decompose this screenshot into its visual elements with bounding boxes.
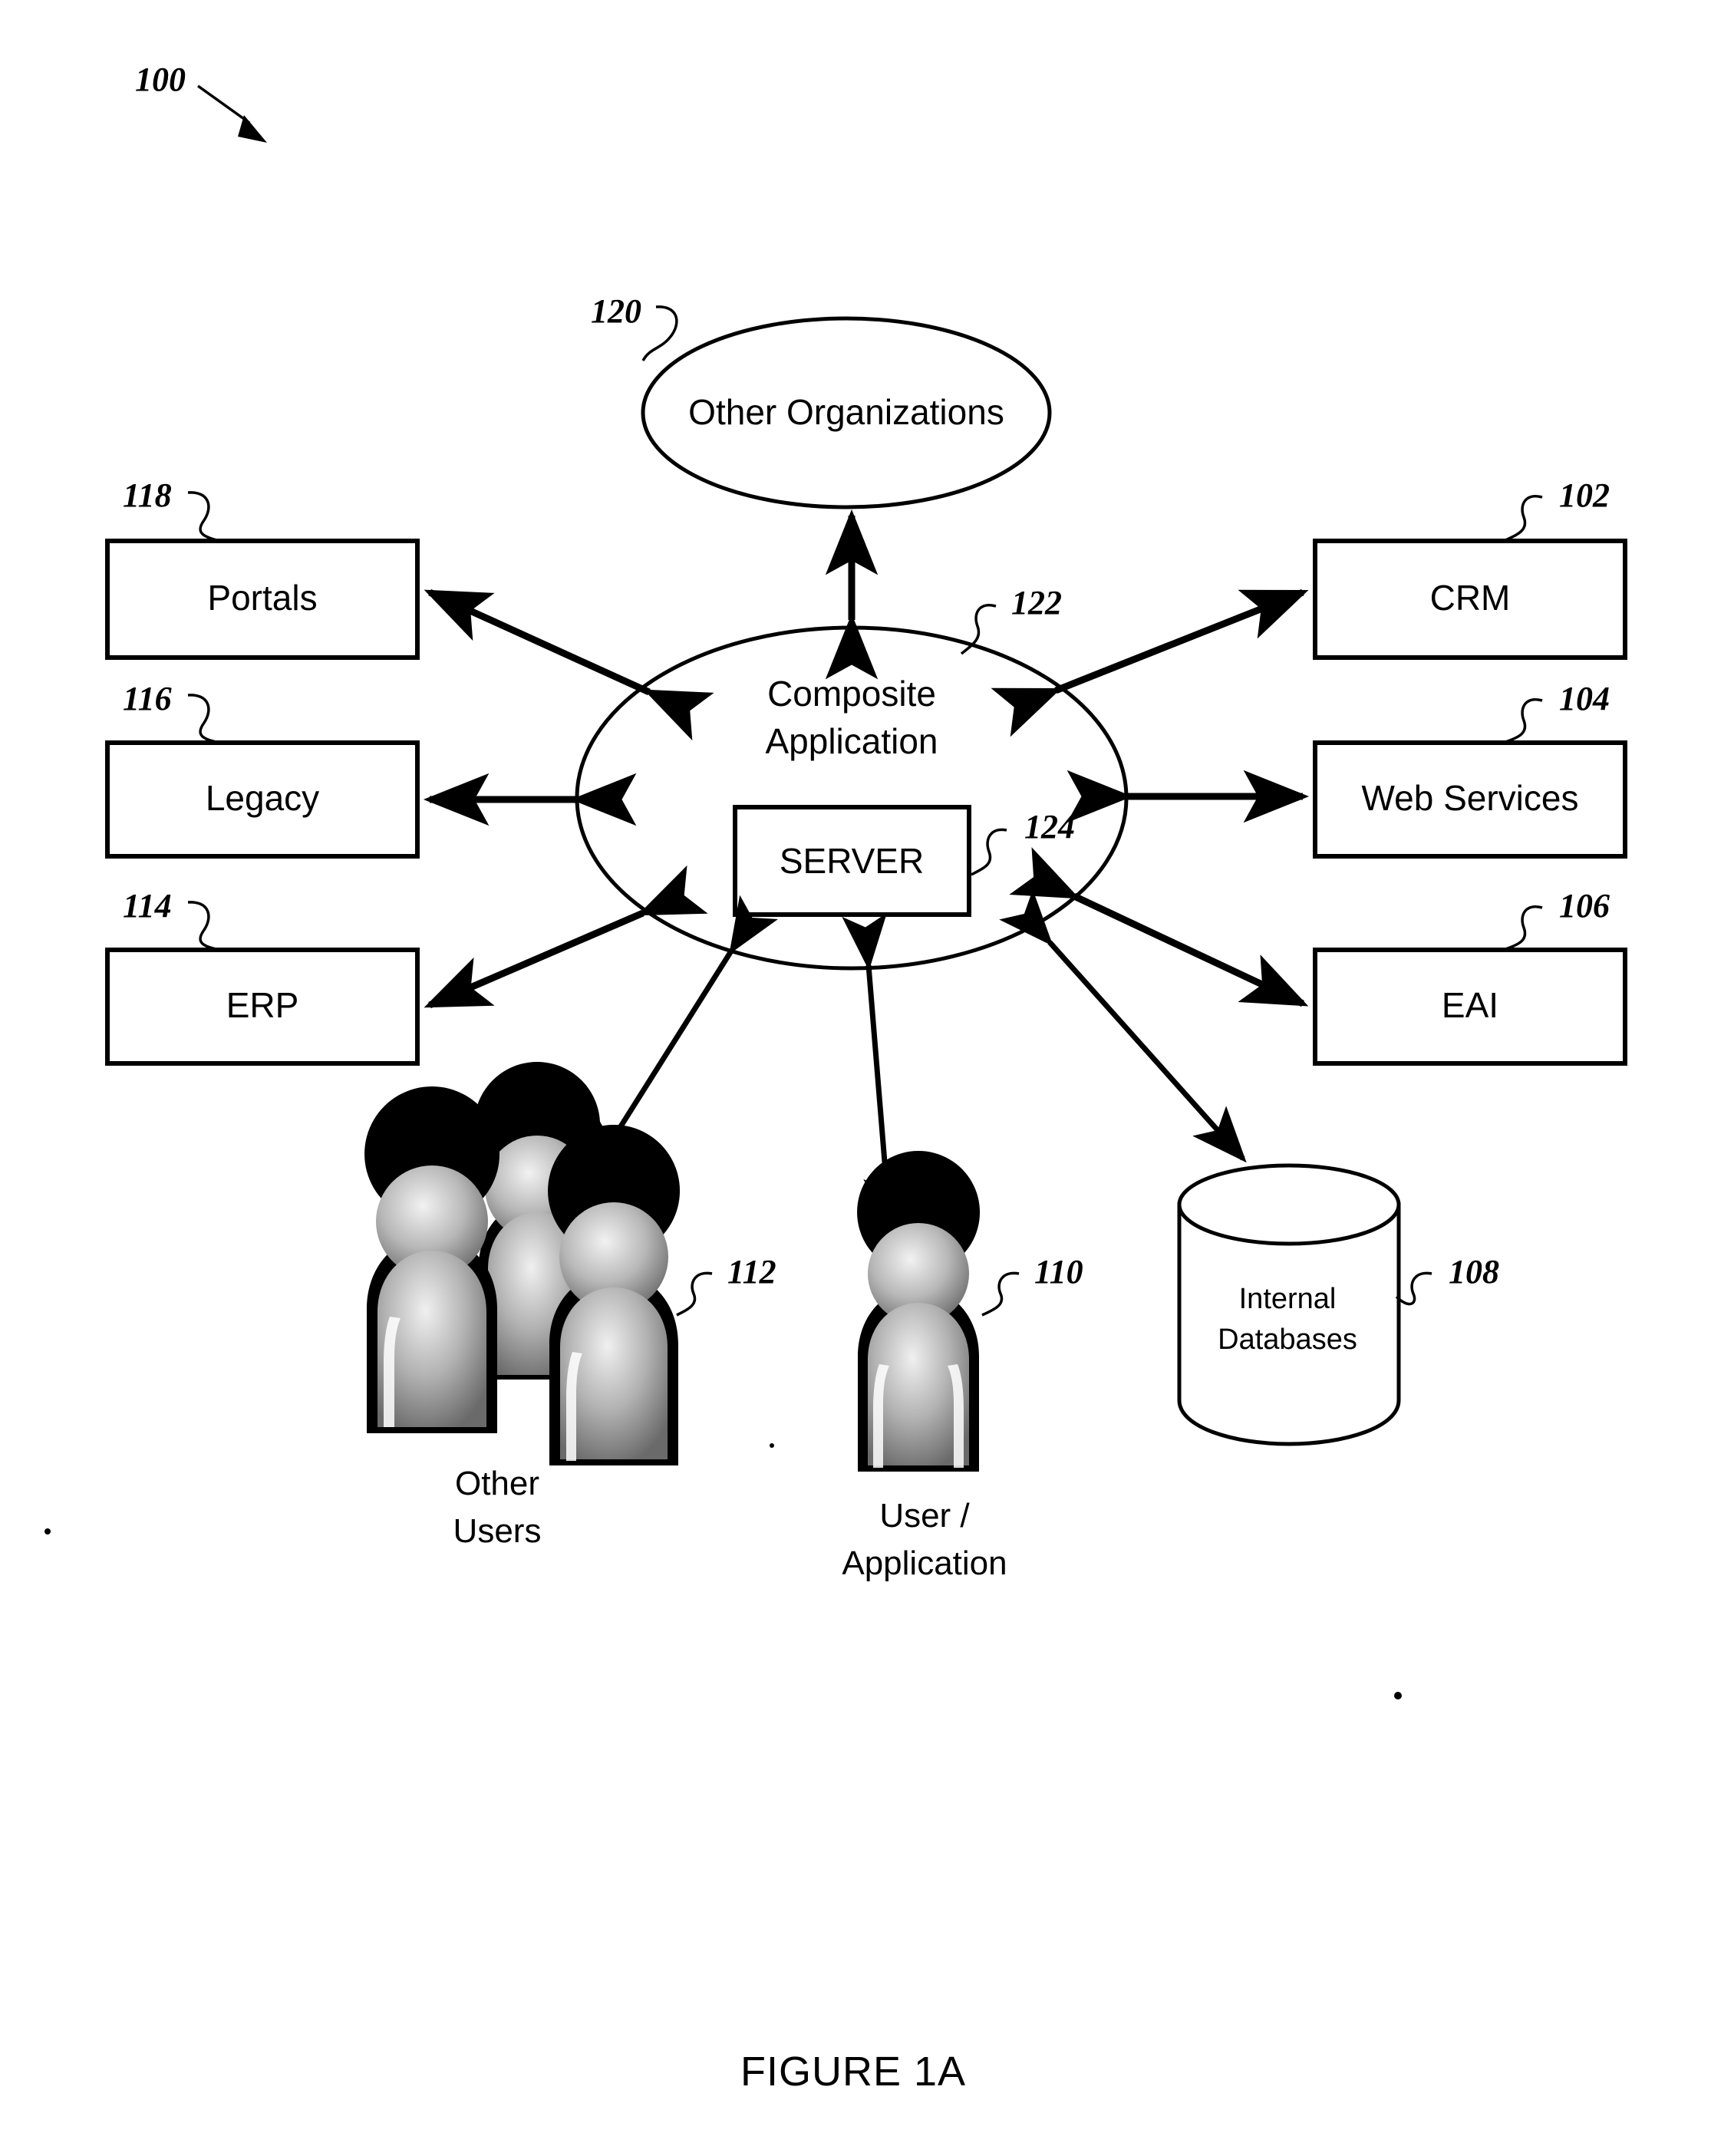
ref-110-leader-line xyxy=(981,1271,1020,1317)
ref-120-leader-line xyxy=(641,305,678,361)
ref-106-leader-line xyxy=(1505,905,1543,951)
internal-databases-cylinder-top[interactable] xyxy=(1177,1163,1401,1246)
node-other-users[interactable]: Other Users xyxy=(364,1061,681,1550)
ref-label-112: 112 xyxy=(727,1253,776,1291)
ref-118-leader-line xyxy=(187,491,223,543)
crm-label: CRM xyxy=(1430,578,1511,618)
ref-label-116: 116 xyxy=(123,680,172,717)
internal-databases-label-line1: Internal xyxy=(1239,1283,1337,1315)
ref-callout-122: 122 xyxy=(960,584,1062,655)
ref-label-106: 106 xyxy=(1559,887,1610,925)
ref-callout-108: 108 xyxy=(1395,1253,1499,1306)
ref-label-120: 120 xyxy=(591,292,641,330)
node-user-application[interactable]: User / Application xyxy=(842,1151,1007,1582)
print-speck-center xyxy=(770,1443,774,1448)
ref-callout-116: 116 xyxy=(123,680,223,745)
system-architecture-diagram: 100 Other Organizations 120 Composite Ap… xyxy=(45,61,1627,2095)
person-icon-left xyxy=(364,1086,500,1433)
ref-label-104: 104 xyxy=(1559,680,1610,717)
ref-callout-114: 114 xyxy=(123,887,223,952)
print-speck-right xyxy=(1394,1692,1402,1699)
arrow-composite-erp xyxy=(424,865,708,1009)
node-portals[interactable]: Portals xyxy=(105,539,420,660)
print-speck-left xyxy=(45,1528,51,1535)
ref-104-leader-line xyxy=(1505,697,1543,743)
node-erp[interactable]: ERP xyxy=(105,948,420,1066)
node-eai[interactable]: EAI xyxy=(1313,948,1627,1066)
ref-label-124: 124 xyxy=(1024,808,1075,846)
figure-caption: FIGURE 1A xyxy=(740,2049,966,2095)
node-other-organizations[interactable]: Other Organizations xyxy=(641,316,1052,509)
arrow-composite-portals xyxy=(424,588,714,741)
ref-callout-110: 110 xyxy=(981,1253,1083,1317)
ref-callout-106: 106 xyxy=(1505,887,1610,951)
arrow-composite-internal-databases xyxy=(999,889,1247,1163)
other-organizations-label: Other Organizations xyxy=(688,392,1004,432)
ref-callout-120: 120 xyxy=(591,292,678,361)
node-composite-application[interactable]: Composite Application xyxy=(575,625,1129,971)
ref-label-118: 118 xyxy=(123,476,172,514)
other-users-caption-line2: Users xyxy=(453,1512,542,1550)
composite-application-label-line1: Composite xyxy=(767,674,936,714)
ref-callout-118: 118 xyxy=(123,476,223,543)
node-legacy[interactable]: Legacy xyxy=(105,740,420,859)
ref-label-102: 102 xyxy=(1559,476,1610,514)
ref-112-leader-line xyxy=(676,1271,713,1317)
ref-label-122: 122 xyxy=(1011,584,1062,621)
ref-102-leader-line xyxy=(1505,494,1543,542)
ref-label-110: 110 xyxy=(1034,1253,1083,1291)
arrow-composite-crm xyxy=(991,588,1309,737)
ref-callout-104: 104 xyxy=(1505,680,1610,743)
ref-callout-112: 112 xyxy=(676,1253,776,1317)
server-label: SERVER xyxy=(780,841,924,881)
ref-116-leader-line xyxy=(187,694,223,745)
node-internal-databases[interactable]: Internal Databases xyxy=(1177,1163,1401,1446)
erp-label: ERP xyxy=(226,985,299,1025)
arrow-composite-eai xyxy=(1009,847,1309,1007)
ref-114-leader-line xyxy=(187,901,223,952)
node-web-services[interactable]: Web Services xyxy=(1313,740,1627,859)
portals-label: Portals xyxy=(207,578,317,618)
other-users-caption-line1: Other xyxy=(455,1465,539,1502)
legacy-label: Legacy xyxy=(206,778,319,818)
ref-100-leader-line xyxy=(196,84,251,124)
system-reference-100: 100 xyxy=(135,61,267,143)
node-server[interactable]: SERVER xyxy=(733,805,971,917)
ref-label-100: 100 xyxy=(135,61,186,98)
user-application-caption-line1: User / xyxy=(879,1497,970,1535)
eai-label: EAI xyxy=(1442,985,1498,1025)
person-icon-single xyxy=(857,1151,981,1472)
web-services-label: Web Services xyxy=(1362,778,1579,818)
ref-label-108: 108 xyxy=(1449,1253,1499,1291)
person-icon-right xyxy=(548,1124,681,1465)
composite-application-label-line2: Application xyxy=(765,721,938,761)
node-crm[interactable]: CRM xyxy=(1313,539,1627,660)
patent-figure-1a: 100 Other Organizations 120 Composite Ap… xyxy=(0,0,1711,2156)
ref-108-leader-line xyxy=(1395,1271,1432,1306)
user-application-caption-line2: Application xyxy=(842,1544,1007,1582)
ref-callout-102: 102 xyxy=(1505,476,1610,542)
ref-label-114: 114 xyxy=(123,887,172,925)
internal-databases-label-line2: Databases xyxy=(1218,1324,1357,1356)
